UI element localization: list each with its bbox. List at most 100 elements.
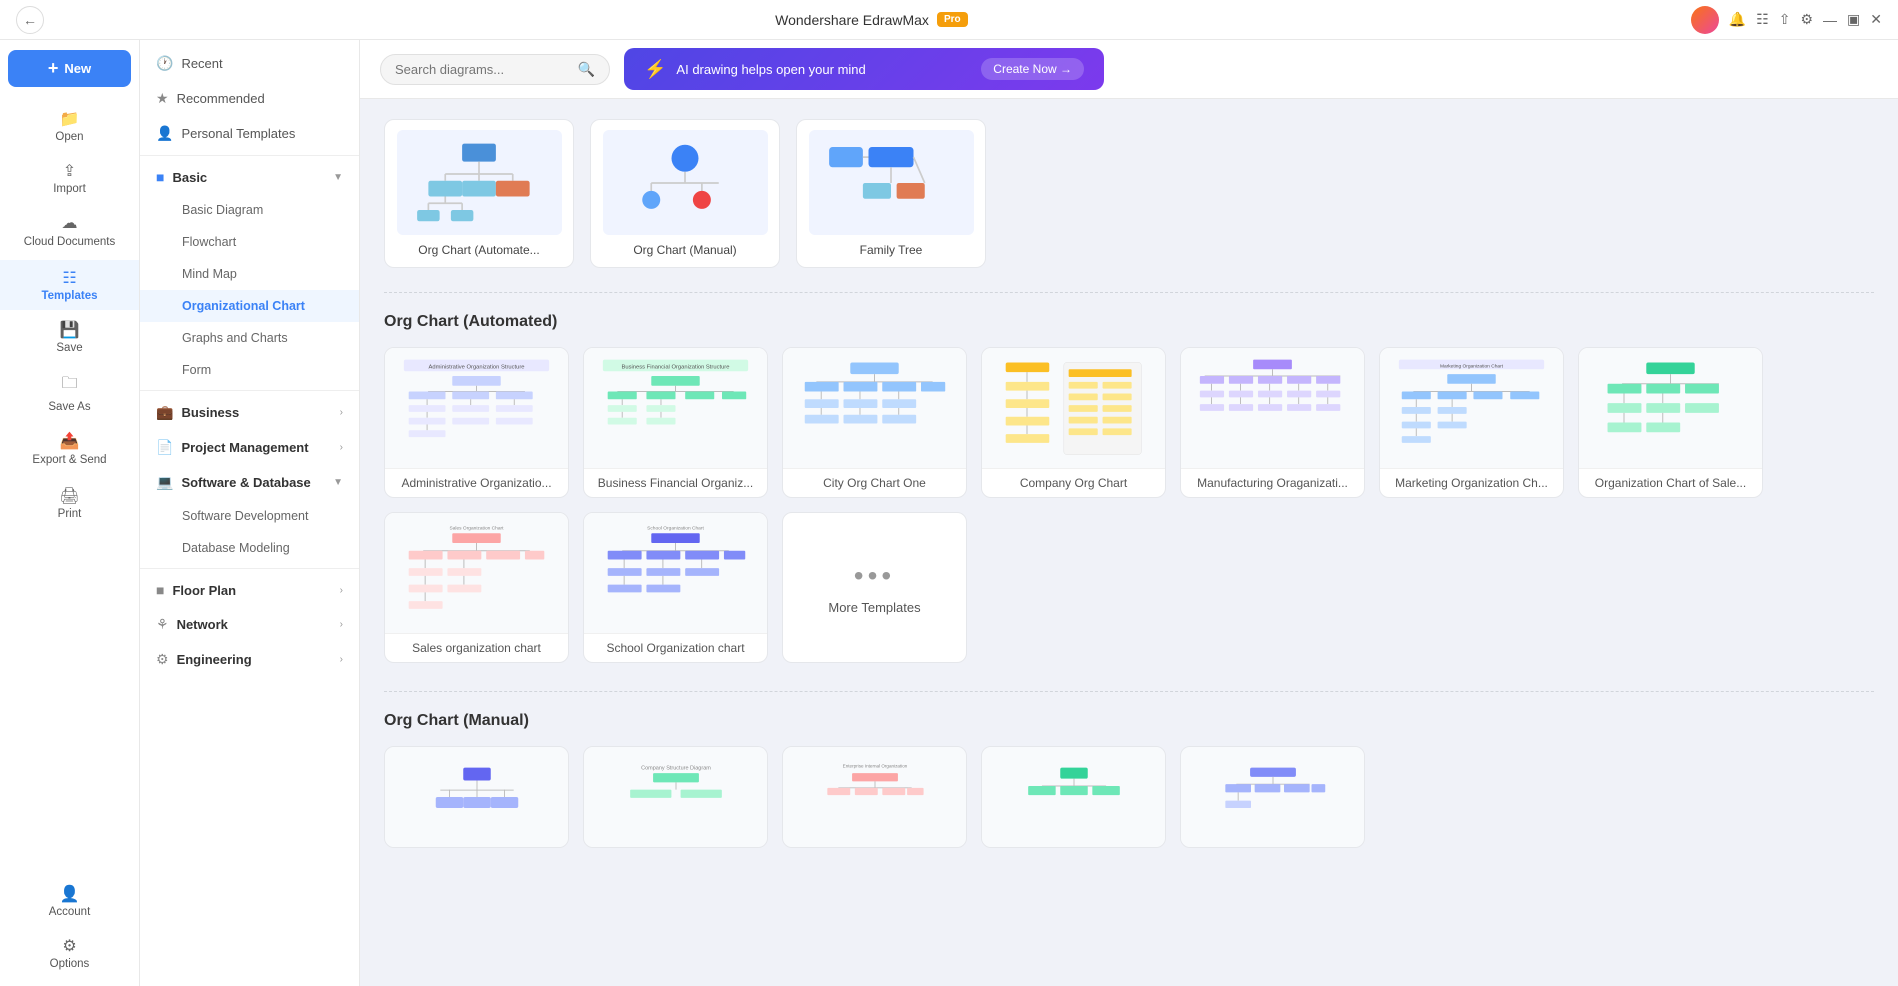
nav-org-chart[interactable]: Organizational Chart — [140, 290, 359, 322]
sidebar-item-print[interactable]: 🖨 Print — [0, 478, 139, 528]
sidebar-item-options[interactable]: ⚙ Options — [0, 928, 139, 978]
nav-floor-plan[interactable]: ■ Floor Plan › — [140, 573, 359, 607]
nav-panel: 🕐 Recent ★ Recommended 👤 Personal Templa… — [140, 40, 360, 986]
nav-mind-map[interactable]: Mind Map — [140, 258, 359, 290]
card-biz-fin-preview: Business Financial Organization Structur… — [584, 348, 767, 468]
new-button[interactable]: + New — [8, 50, 131, 87]
svg-text:Company Structure Diagram: Company Structure Diagram — [641, 766, 711, 772]
card-manual-4[interactable] — [981, 746, 1166, 848]
nav-graphs[interactable]: Graphs and Charts — [140, 322, 359, 354]
card-manual-1[interactable] — [384, 746, 569, 848]
settings-icon[interactable]: ⚙ — [1800, 11, 1813, 28]
nav-floor-label: Floor Plan — [172, 583, 236, 598]
card-manual-5[interactable] — [1180, 746, 1365, 848]
search-container[interactable]: 🔍 — [380, 54, 610, 85]
sidebar-item-saveas[interactable]: 🗀 Save As — [0, 364, 139, 421]
maximize-button[interactable]: ▣ — [1847, 11, 1860, 28]
sidebar-item-cloud[interactable]: ☁ Cloud Documents — [0, 205, 139, 258]
nav-basic[interactable]: ■ Basic ▼ — [140, 160, 359, 194]
card-more-templates[interactable]: ••• More Templates — [782, 512, 967, 663]
card-sales-org-label: Sales organization chart — [385, 633, 568, 662]
sidebar-item-export[interactable]: 📤 Export & Send — [0, 423, 139, 476]
manual-section-title: Org Chart (Manual) — [384, 712, 1874, 730]
sidebar-item-templates[interactable]: ☷ Templates — [0, 260, 139, 310]
card-company-org[interactable]: Company Org Chart — [981, 347, 1166, 498]
nav-business-label: Business — [181, 405, 239, 420]
top-card-family-tree[interactable]: Family Tree — [796, 119, 986, 268]
card-marketing-org[interactable]: Marketing Organization Chart — [1379, 347, 1564, 498]
window-controls: ← — [16, 6, 52, 34]
card-admin-org[interactable]: Administrative Organization Structure — [384, 347, 569, 498]
svg-text:Marketing Organization Chart: Marketing Organization Chart — [1440, 363, 1504, 369]
nav-project[interactable]: 📄 Project Management › — [140, 430, 359, 465]
card-biz-fin[interactable]: Business Financial Organization Structur… — [583, 347, 768, 498]
nav-flowchart[interactable]: Flowchart — [140, 226, 359, 258]
svg-text:Enterprise Internal Organizati: Enterprise Internal Organization — [842, 764, 907, 769]
nav-basic-diagram[interactable]: Basic Diagram — [140, 194, 359, 226]
nav-software-label: Software & Database — [181, 475, 310, 490]
close-button[interactable]: ✕ — [1870, 11, 1882, 28]
nav-software[interactable]: 💻 Software & Database ▼ — [140, 465, 359, 500]
notification-icon[interactable]: 🔔 — [1729, 11, 1746, 28]
more-dots-icon: ••• — [854, 560, 895, 592]
nav-sw-dev[interactable]: Software Development — [140, 500, 359, 532]
card-mfg-org[interactable]: Manufacturing Oraganizati... — [1180, 347, 1365, 498]
nav-engineering-label: Engineering — [177, 652, 252, 667]
export-label: Export & Send — [32, 453, 106, 468]
floorplan-chevron-icon: › — [340, 585, 343, 596]
nav-network[interactable]: ⚘ Network › — [140, 607, 359, 642]
nav-engineering[interactable]: ⚙ Engineering › — [140, 642, 359, 677]
sidebar-item-save[interactable]: 💾 Save — [0, 312, 139, 362]
search-input[interactable] — [395, 62, 570, 77]
nav-form[interactable]: Form — [140, 354, 359, 386]
nav-business[interactable]: 💼 Business › — [140, 395, 359, 430]
top-card-org-auto-label: Org Chart (Automate... — [418, 243, 539, 257]
top-card-org-manual[interactable]: Org Chart (Manual) — [590, 119, 780, 268]
app-title: Wondershare EdrawMax — [775, 12, 929, 28]
grid-icon[interactable]: ☷ — [1756, 11, 1769, 28]
card-manual-3[interactable]: Enterprise Internal Organization — [782, 746, 967, 848]
nav-personal[interactable]: 👤 Personal Templates — [140, 116, 359, 151]
back-button[interactable]: ← — [16, 6, 44, 34]
nav-basic-diagram-label: Basic Diagram — [182, 203, 263, 217]
basic-icon: ■ — [156, 169, 164, 185]
top-card-org-manual-preview — [603, 130, 768, 235]
nav-basic-label: Basic — [172, 170, 207, 185]
nav-flowchart-label: Flowchart — [182, 235, 236, 249]
top-card-org-auto[interactable]: Org Chart (Automate... — [384, 119, 574, 268]
card-city-org-preview — [783, 348, 966, 468]
card-school-org[interactable]: School Organization Chart — [583, 512, 768, 663]
topbar-right-icons: 🔔 ☷ ⇧ ⚙ — ▣ ✕ — [1691, 6, 1882, 34]
create-now-button[interactable]: Create Now → — [981, 58, 1084, 80]
card-sales-org[interactable]: Sales Organization Chart — [384, 512, 569, 663]
nav-sw-dev-label: Software Development — [182, 509, 308, 523]
card-manual-2[interactable]: Company Structure Diagram — [583, 746, 768, 848]
card-sales-chart[interactable]: Organization Chart of Sale... — [1578, 347, 1763, 498]
saveas-label: Save As — [48, 401, 90, 413]
ai-banner[interactable]: ⚡ AI drawing helps open your mind Create… — [624, 48, 1104, 90]
upload-icon[interactable]: ⇧ — [1779, 11, 1791, 28]
nav-divider-1 — [140, 155, 359, 156]
card-company-org-preview — [982, 348, 1165, 468]
cloud-label: Cloud Documents — [24, 235, 115, 250]
minimize-button[interactable]: — — [1823, 12, 1837, 28]
sidebar-item-open[interactable]: 📁 Open — [0, 101, 139, 151]
card-sales-chart-preview — [1579, 348, 1762, 468]
nav-db-model[interactable]: Database Modeling — [140, 532, 359, 564]
options-label: Options — [50, 958, 90, 970]
card-city-org[interactable]: City Org Chart One — [782, 347, 967, 498]
avatar[interactable] — [1691, 6, 1719, 34]
sidebar-item-account[interactable]: 👤 Account — [0, 876, 139, 926]
card-sales-org-preview: Sales Organization Chart — [385, 513, 568, 633]
card-school-org-preview: School Organization Chart — [584, 513, 767, 633]
nav-recent[interactable]: 🕐 Recent — [140, 46, 359, 81]
open-label: Open — [55, 131, 83, 143]
nav-recommended[interactable]: ★ Recommended — [140, 81, 359, 116]
sidebar-item-import[interactable]: ⇪ Import — [0, 153, 139, 203]
card-school-org-label: School Organization chart — [584, 633, 767, 662]
card-admin-org-preview: Administrative Organization Structure — [385, 348, 568, 468]
import-label: Import — [53, 183, 86, 195]
card-sales-chart-label: Organization Chart of Sale... — [1579, 468, 1762, 497]
templates-label: Templates — [41, 290, 97, 302]
account-icon: 👤 — [60, 884, 80, 904]
